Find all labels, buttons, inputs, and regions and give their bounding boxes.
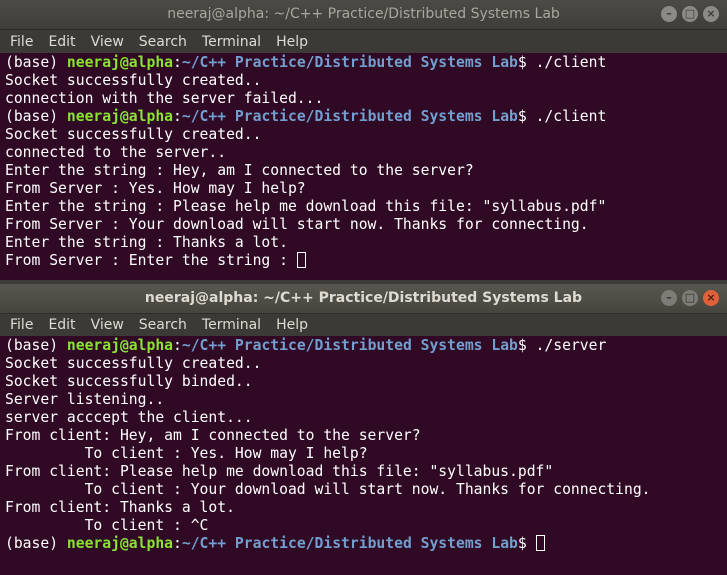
terminal-output[interactable]: (base) neeraj@alpha:~/C++ Practice/Distr… [0,53,727,270]
line-text: Socket successfully created.. [5,355,262,372]
prompt-line: (base) neeraj@alpha:~/C++ Practice/Distr… [5,337,727,355]
close-button[interactable]: × [703,290,719,306]
menu-search[interactable]: Search [139,34,187,50]
line-text: From Server : Your download will start n… [5,216,589,233]
menu-edit[interactable]: Edit [48,34,75,50]
prompt-separator: : [173,337,182,354]
menu-bar: File Edit View Search Terminal Help [0,30,727,53]
menu-terminal[interactable]: Terminal [202,317,261,333]
line-text: server acccept the client... [5,409,253,426]
line-text: From Server : Enter the string : [5,252,297,269]
line-text: Socket successfully created.. [5,126,262,143]
line-text: From client: Thanks a lot. [5,499,235,516]
line-text: To client : Yes. How may I help? [5,445,368,462]
line-text: Enter the string : Hey, am I connected t… [5,162,474,179]
line-text: Socket successfully binded.. [5,373,253,390]
prompt-line: (base) neeraj@alpha:~/C++ Practice/Distr… [5,108,727,126]
title-bar[interactable]: neeraj@alpha: ~/C++ Practice/Distributed… [0,284,727,314]
prompt-user: neeraj@alpha [66,108,174,125]
output-line: From client: Thanks a lot. [5,499,727,517]
prompt-path: ~/C++ Practice/Distributed Systems Lab [181,337,518,354]
menu-edit[interactable]: Edit [48,317,75,333]
prompt-command: $ [517,535,536,552]
line-text: Enter the string : Thanks a lot. [5,234,288,251]
line-text: From client: Hey, am I connected to the … [5,427,421,444]
prompt-line: (base) neeraj@alpha:~/C++ Practice/Distr… [5,535,727,553]
menu-file[interactable]: File [10,34,33,50]
close-button[interactable]: × [703,6,719,22]
output-line: server acccept the client... [5,409,727,427]
line-text: Socket successfully created.. [5,72,262,89]
output-line: From client: Please help me download thi… [5,463,727,481]
line-text: From client: Please help me download thi… [5,463,554,480]
output-line: To client : ^C [5,517,727,535]
prompt-separator: : [173,535,182,552]
menu-file[interactable]: File [10,317,33,333]
terminal-output[interactable]: (base) neeraj@alpha:~/C++ Practice/Distr… [0,336,727,553]
menu-help[interactable]: Help [276,34,308,50]
output-line: To client : Your download will start now… [5,481,727,499]
prompt-separator: : [173,108,182,125]
server-terminal-window[interactable]: neeraj@alpha: ~/C++ Practice/Distributed… [0,284,727,575]
line-text: Enter the string : Please help me downlo… [5,198,607,215]
prompt-separator: : [173,54,182,71]
prompt-path: ~/C++ Practice/Distributed Systems Lab [181,535,518,552]
conda-env: (base) [5,535,67,552]
maximize-button[interactable]: □ [682,290,698,306]
menu-view[interactable]: View [91,317,124,333]
prompt-user: neeraj@alpha [66,535,174,552]
line-text: connection with the server failed... [5,90,324,107]
prompt-user: neeraj@alpha [66,54,174,71]
output-line: From client: Hey, am I connected to the … [5,427,727,445]
output-line: Enter the string : Please help me downlo… [5,198,727,216]
output-line: Socket successfully created.. [5,126,727,144]
output-line: Enter the string : Thanks a lot. [5,234,727,252]
conda-env: (base) [5,337,67,354]
output-line: From Server : Enter the string : [5,252,727,270]
menu-search[interactable]: Search [139,317,187,333]
prompt-command: $ ./server [517,337,607,354]
output-line: From Server : Your download will start n… [5,216,727,234]
output-line: Server listening.. [5,391,727,409]
prompt-command: $ ./client [517,54,607,71]
output-line: Socket successfully created.. [5,355,727,373]
window-title: neeraj@alpha: ~/C++ Practice/Distributed… [144,290,583,306]
title-bar[interactable]: neeraj@alpha: ~/C++ Practice/Distributed… [0,0,727,30]
conda-env: (base) [5,108,67,125]
line-text: To client : ^C [5,517,209,534]
text-cursor [296,252,306,268]
output-line: Socket successfully binded.. [5,373,727,391]
maximize-button[interactable]: □ [682,6,698,22]
output-line: connection with the server failed... [5,90,727,108]
output-line: From Server : Yes. How may I help? [5,180,727,198]
menu-view[interactable]: View [91,34,124,50]
text-cursor [535,535,545,551]
client-terminal-window[interactable]: neeraj@alpha: ~/C++ Practice/Distributed… [0,0,727,280]
output-line: Socket successfully created.. [5,72,727,90]
line-text: To client : Your download will start now… [5,481,651,498]
prompt-line: (base) neeraj@alpha:~/C++ Practice/Distr… [5,54,727,72]
minimize-button[interactable]: – [661,6,677,22]
prompt-command: $ ./client [517,108,607,125]
menu-terminal[interactable]: Terminal [202,34,261,50]
line-text: connected to the server.. [5,144,227,161]
prompt-path: ~/C++ Practice/Distributed Systems Lab [181,108,518,125]
minimize-button[interactable]: – [661,290,677,306]
menu-bar: File Edit View Search Terminal Help [0,314,727,336]
window-title: neeraj@alpha: ~/C++ Practice/Distributed… [167,6,560,22]
line-text: Server listening.. [5,391,165,408]
prompt-user: neeraj@alpha [66,337,174,354]
line-text: From Server : Yes. How may I help? [5,180,306,197]
output-line: To client : Yes. How may I help? [5,445,727,463]
output-line: connected to the server.. [5,144,727,162]
conda-env: (base) [5,54,67,71]
prompt-path: ~/C++ Practice/Distributed Systems Lab [181,54,518,71]
menu-help[interactable]: Help [276,317,308,333]
output-line: Enter the string : Hey, am I connected t… [5,162,727,180]
